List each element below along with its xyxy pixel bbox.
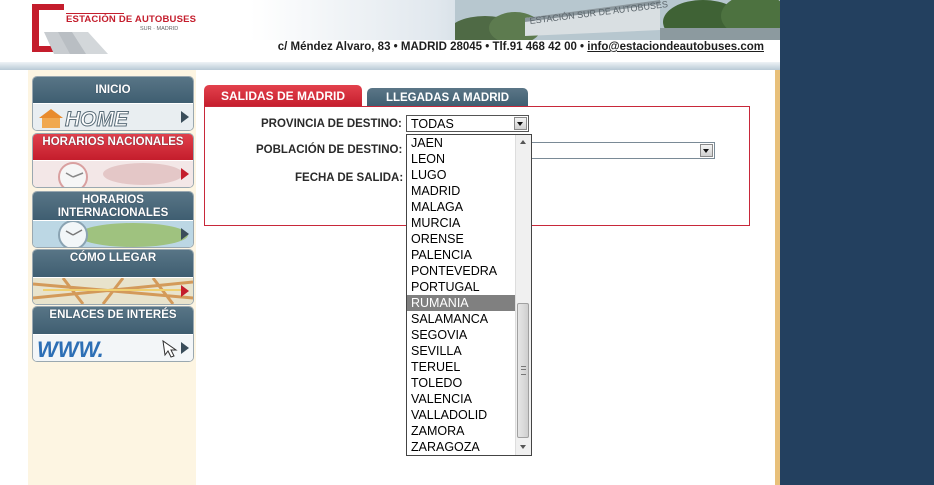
dropdown-option-palencia[interactable]: PALENCIA [407,247,516,263]
sidebar: INICIO HOME HORARIOS NACIONALES HORARIOS… [28,70,196,485]
contact-email-link[interactable]: info@estaciondeautobuses.com [587,41,764,53]
dropdown-option-rumania[interactable]: RUMANIA [407,295,516,311]
dropdown-option-orense[interactable]: ORENSE [407,231,516,247]
menu-horarios-nacionales-image [33,160,193,187]
fecha-label: FECHA DE SALIDA: [295,172,404,184]
dropdown-option-malaga[interactable]: MALAGA [407,199,516,215]
brand-subtitle: SUR · MADRID [140,26,179,32]
page: ESTACIÓN DE AUTOBUSES SUR · MADRID ESTAC… [0,0,780,485]
www-image-text: WWW. [37,337,104,361]
home-icon: HOME [33,104,193,130]
menu-enlaces-label: ENLACES DE INTERÉS [33,307,193,334]
street-map-icon [33,277,193,304]
dropdown-option-valladolid[interactable]: VALLADOLID [407,407,516,423]
menu-inicio-image: HOME [33,103,193,130]
menu-enlaces[interactable]: ENLACES DE INTERÉS WWW. [32,306,194,362]
poblacion-select[interactable] [529,142,715,159]
chevron-right-icon [181,285,189,297]
poblacion-label: POBLACIÓN DE DESTINO: [256,144,403,156]
chevron-right-icon [181,228,189,240]
dropdown-option-jaen[interactable]: JAEN [407,135,516,151]
world-clock-icon [33,220,193,247]
menu-horarios-internacionales-image [33,220,193,247]
chevron-right-icon [181,342,189,354]
grip-icon [521,366,526,375]
chevron-right-icon [181,168,189,180]
dropdown-scrollbar[interactable] [515,135,531,455]
home-image-text: HOME [65,108,129,130]
dropdown-option-lugo[interactable]: LUGO [407,167,516,183]
dropdown-option-segovia[interactable]: SEGOVIA [407,327,516,343]
chevron-right-icon [181,111,189,123]
menu-como-llegar-image [33,277,193,304]
station-banner-image: ESTACIÓN SUR DE AUTOBUSES [455,0,780,40]
brand-name: ESTACIÓN DE AUTOBUSES [66,14,197,25]
logo-icon[interactable] [30,2,126,54]
tab-salidas-madrid[interactable]: SALIDAS DE MADRID [204,85,362,107]
menu-horarios-internacionales[interactable]: HORARIOS INTERNACIONALES [32,191,194,248]
menu-inicio-label: INICIO [33,77,193,103]
provincia-select-value: TODAS [411,117,454,131]
dropdown-option-pontevedra[interactable]: PONTEVEDRA [407,263,516,279]
menu-horarios-nacionales[interactable]: HORARIOS NACIONALES [32,133,194,188]
dropdown-option-leon[interactable]: LEON [407,151,516,167]
menu-como-llegar[interactable]: CÓMO LLEGAR [32,249,194,305]
header-divider [0,62,780,70]
menu-inicio[interactable]: INICIO HOME [32,76,194,131]
dropdown-option-salamanca[interactable]: SALAMANCA [407,311,516,327]
dropdown-option-murcia[interactable]: MURCIA [407,215,516,231]
provincia-select[interactable]: TODAS [406,115,529,132]
provincia-label: PROVINCIA DE DESTINO: [261,118,402,130]
menu-horarios-internacionales-label: HORARIOS INTERNACIONALES [33,192,193,220]
menu-como-llegar-label: CÓMO LLEGAR [33,250,193,277]
dropdown-options: JAEN LEON LUGO MADRID MALAGA MURCIA OREN… [407,135,516,455]
dropdown-option-portugal[interactable]: PORTUGAL [407,279,516,295]
scroll-down-icon[interactable] [518,442,529,453]
dropdown-option-zamora[interactable]: ZAMORA [407,423,516,439]
chevron-down-icon[interactable] [700,144,713,157]
scrollbar-thumb[interactable] [517,303,529,438]
menu-horarios-nacionales-label: HORARIOS NACIONALES [33,134,193,160]
dropdown-option-madrid[interactable]: MADRID [407,183,516,199]
tab-llegadas-madrid[interactable]: LLEGADAS A MADRID [367,88,528,107]
dropdown-option-sevilla[interactable]: SEVILLA [407,343,516,359]
site-header: ESTACIÓN DE AUTOBUSES SUR · MADRID ESTAC… [0,0,780,62]
dropdown-option-teruel[interactable]: TERUEL [407,359,516,375]
contact-line: c/ Méndez Alvaro, 83 • MADRID 28045 • Tl… [278,41,764,53]
clock-map-icon [33,161,193,187]
content-border [775,70,780,485]
menu-enlaces-image: WWW. [33,334,193,361]
scroll-up-icon[interactable] [518,137,529,148]
www-icon: WWW. [33,335,193,361]
contact-address: c/ Méndez Alvaro, 83 • MADRID 28045 • Tl… [277,41,588,53]
provincia-dropdown-list[interactable]: JAEN LEON LUGO MADRID MALAGA MURCIA OREN… [406,134,532,456]
dropdown-option-zaragoza[interactable]: ZARAGOZA [407,439,516,455]
chevron-down-icon[interactable] [514,117,527,130]
dropdown-option-toledo[interactable]: TOLEDO [407,375,516,391]
dropdown-option-valencia[interactable]: VALENCIA [407,391,516,407]
